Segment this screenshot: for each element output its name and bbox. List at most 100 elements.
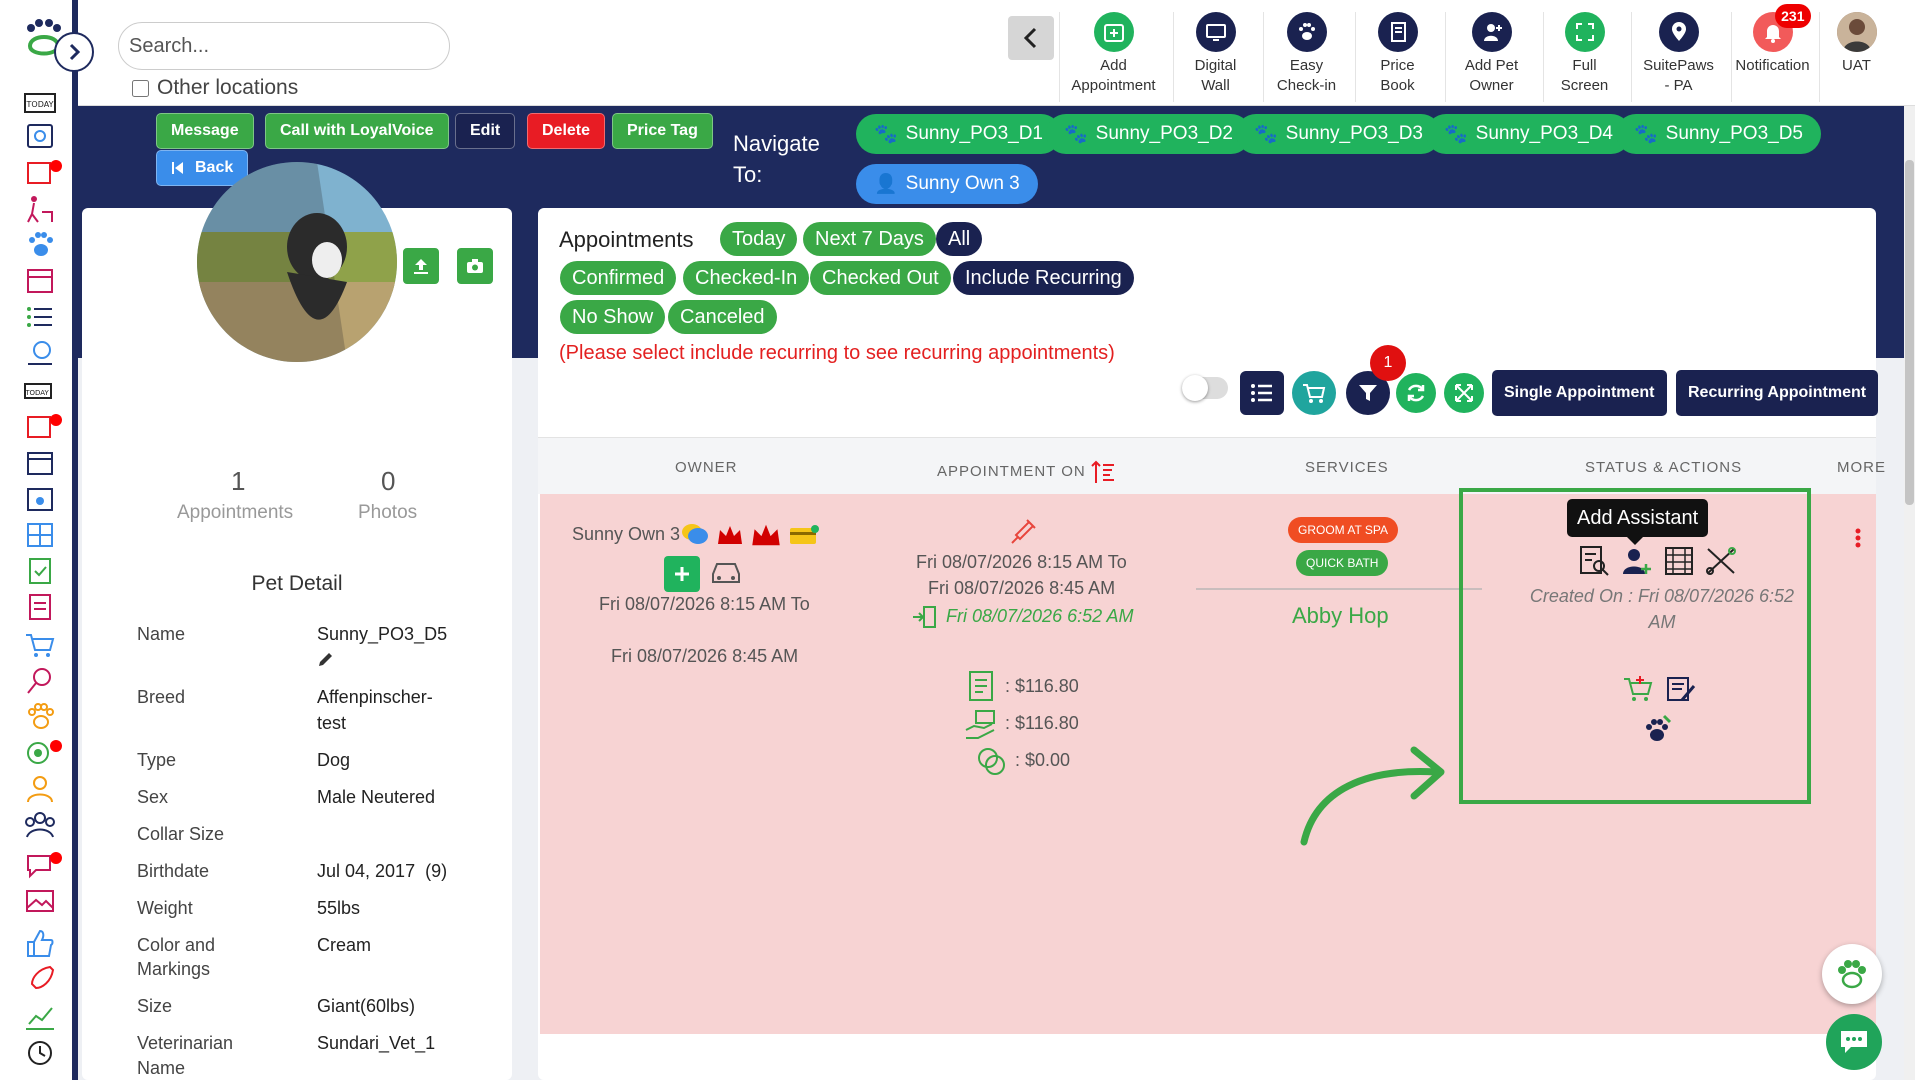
rail-checklist-icon[interactable] [24,556,64,586]
rail-paw-icon[interactable] [24,230,64,260]
staff-name[interactable]: Abby Hop [1292,603,1389,629]
column-owner: OWNER [675,459,738,476]
filter-checked-in[interactable]: Checked-In [683,261,810,295]
toolbar-full-screen[interactable]: Full Screen [1543,12,1625,102]
rail-paw-orange-icon[interactable] [24,702,64,732]
more-options-icon[interactable] [1854,528,1862,553]
recurring-appointment-button[interactable]: Recurring Appointment [1676,370,1879,416]
rail-walk-icon[interactable] [24,194,64,224]
pet-pill-d5[interactable]: 🐾 Sunny_PO3_D5 [1616,114,1821,154]
paw-assistant-button[interactable] [1822,944,1882,1004]
column-appointment-on[interactable]: APPOINTMENT ON [937,459,1116,485]
pet-report-icon[interactable] [1642,712,1674,749]
rail-user-icon[interactable] [24,774,64,804]
filter-next-7-days[interactable]: Next 7 Days [803,222,936,256]
toolbar-add-pet-owner[interactable]: Add Pet Owner [1445,12,1537,102]
rail-pet-map-icon[interactable] [24,338,64,368]
edit-notes-icon[interactable] [1664,674,1696,709]
detail-value-name: Sunny_PO3_D5 [317,624,448,644]
back-button[interactable]: Back [156,150,249,186]
rail-document-icon[interactable] [24,592,64,622]
pet-pill-d4[interactable]: 🐾 Sunny_PO3_D4 [1426,114,1631,154]
toolbar-price-book[interactable]: Price Book [1355,12,1439,102]
notification-count: 231 [1775,4,1811,28]
filter-confirmed[interactable]: Confirmed [560,261,677,295]
rail-schedule-icon[interactable] [24,412,64,442]
rail-dashboard-icon[interactable] [24,122,64,152]
add-button[interactable] [664,556,700,592]
rail-today-tools-icon[interactable]: TODAY [24,376,64,406]
other-locations-check[interactable] [132,79,149,97]
filter-checked-out[interactable]: Checked Out [810,261,951,295]
other-locations-checkbox[interactable]: Other locations [132,76,298,100]
price-tag-button[interactable]: Price Tag [612,113,713,149]
toolbar-add-appointment[interactable]: Add Appointment [1059,12,1167,102]
expand-button[interactable] [1444,373,1484,413]
rail-calendar-icon[interactable] [24,158,64,188]
refresh-button[interactable] [1396,373,1436,413]
collapse-toolbar-button[interactable] [1008,16,1054,60]
rail-today-icon[interactable]: TODAY [24,88,64,118]
message-button[interactable]: Message [156,113,254,149]
toolbar-suitepaws-location[interactable]: SuitePaws - PA [1631,12,1725,102]
list-view-button[interactable] [1240,371,1284,415]
transport-car-icon[interactable] [709,558,743,591]
filter-include-recurring[interactable]: Include Recurring [953,261,1134,295]
rail-store-icon[interactable] [24,266,64,296]
service-badge-bath[interactable]: QUICK BATH [1296,550,1389,576]
owner-name[interactable]: Sunny Own 3 [572,524,680,545]
expand-sidebar-button[interactable] [54,32,94,72]
toolbar-notification[interactable]: 231 Notification [1731,4,1813,102]
owner-pill[interactable]: 👤 Sunny Own 3 [856,164,1038,204]
kennel-icon[interactable] [1663,545,1695,582]
service-badge-groom[interactable]: GROOM AT SPA [1288,517,1399,543]
rail-clock-icon[interactable] [24,1038,64,1068]
call-loyalvoice-button[interactable]: Call with LoyalVoice [265,113,449,149]
rail-grooming-icon[interactable] [24,666,64,696]
grooming-tools-icon[interactable] [1704,545,1738,582]
rail-chart-icon[interactable] [24,1002,64,1032]
edit-name-pencil-icon[interactable] [317,650,335,673]
sort-icon [1091,460,1114,483]
single-appointment-button[interactable]: Single Appointment [1492,370,1667,416]
filter-today[interactable]: Today [720,222,798,256]
chat-support-button[interactable] [1826,1014,1882,1070]
add-assistant-icon[interactable] [1621,546,1651,581]
rail-rocket-icon[interactable] [24,964,64,994]
filter-no-show[interactable]: No Show [560,300,666,334]
expand-arrows-icon [1455,384,1473,402]
toolbar-user-profile[interactable]: UAT [1819,12,1893,102]
chevron-left-icon [1023,27,1037,49]
amount-paid: : $116.80 [1005,713,1079,733]
rail-group-icon[interactable] [24,810,64,840]
rail-thumbs-up-icon[interactable] [24,928,64,958]
search-input[interactable] [118,22,450,70]
pet-pill-d1[interactable]: 🐾 Sunny_PO3_D1 [856,114,1061,154]
pet-pill-d2[interactable]: 🐾 Sunny_PO3_D2 [1046,114,1251,154]
filter-all[interactable]: All [936,222,983,256]
rail-chat-icon[interactable] [24,850,64,880]
view-toggle-switch[interactable] [1182,375,1228,401]
rail-calendar-user-icon[interactable] [24,484,64,514]
edit-button[interactable]: Edit [455,113,516,149]
rail-calendar-grid-icon[interactable] [24,448,64,478]
pet-pill-d3[interactable]: 🐾 Sunny_PO3_D3 [1236,114,1441,154]
add-to-cart-icon[interactable] [1622,674,1654,709]
take-photo-button[interactable] [455,246,495,286]
rail-layout-icon[interactable] [24,520,64,550]
cart-button[interactable] [1292,371,1336,415]
filter-canceled[interactable]: Canceled [668,300,777,334]
owner-appt-start: Fri 08/07/2026 8:15 AM To [599,594,810,614]
crown-icon [752,524,780,546]
toolbar-easy-checkin[interactable]: Easy Check-in [1263,12,1349,102]
delete-button[interactable]: Delete [527,113,606,149]
rail-list-icon[interactable] [24,302,64,332]
fullscreen-icon [1564,12,1605,52]
upload-photo-button[interactable] [401,246,441,286]
view-details-icon[interactable] [1578,544,1610,583]
rail-gallery-icon[interactable] [24,886,64,916]
rail-cart-icon[interactable] [24,630,64,660]
scrollbar-thumb[interactable] [1905,160,1914,505]
rail-target-icon[interactable] [24,738,64,768]
toolbar-digital-wall[interactable]: Digital Wall [1173,12,1257,102]
